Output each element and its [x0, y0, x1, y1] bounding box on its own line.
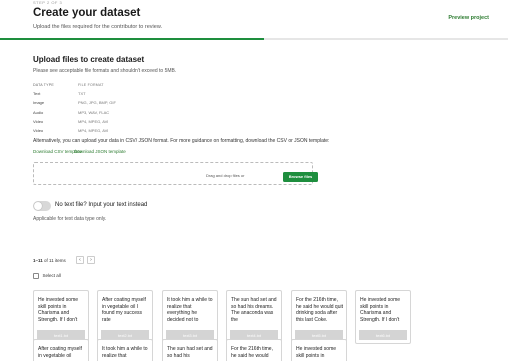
pagination-total: of 11 items	[44, 258, 66, 263]
select-all-label: Select all	[42, 273, 61, 279]
text-input-toggle-label: No text file? Input your text instead	[55, 202, 148, 208]
card-text: The sun had set and so had his	[167, 346, 213, 359]
text-item-card[interactable]: The sun had set and so had his dreams. T…	[226, 290, 282, 344]
browse-files-button[interactable]: Browse files	[283, 171, 318, 182]
progress-bar	[0, 38, 508, 40]
file-format-cell: MP4, MPEG, AVI	[78, 128, 109, 134]
data-type-cell: Video	[33, 128, 44, 134]
upload-section-description: Please see acceptable file formats and s…	[33, 68, 177, 74]
column-header-file-format: FILE FORMAT	[78, 82, 104, 87]
data-type-cell: Video	[33, 118, 44, 124]
text-item-card[interactable]: He invested some skill points in	[291, 339, 347, 361]
pagination-summary: 1–11 of 11 items	[33, 258, 66, 263]
select-all[interactable]: Select all	[33, 273, 61, 279]
text-item-card[interactable]: He invested some skill points in Charism…	[33, 290, 89, 344]
chevron-right-icon[interactable]: ›	[87, 256, 95, 264]
page-title: Create your dataset	[33, 7, 141, 19]
card-text: After coating myself in vegetable oil	[38, 346, 82, 359]
preview-project-link[interactable]: Preview project	[448, 15, 489, 21]
file-format-table: DATA TYPE FILE FORMAT Text TXT Image PNG…	[33, 80, 213, 135]
table-row: Audio MP3, WAV, FLAC	[33, 108, 213, 117]
file-format-cell: TXT	[78, 91, 86, 97]
table-row: Text TXT	[33, 89, 213, 98]
column-header-data-type: DATA TYPE	[33, 82, 54, 87]
alternative-upload-text: Alternatively, you can upload your data …	[33, 138, 330, 144]
table-row: Video MP4, MPEG, AVI	[33, 126, 213, 135]
download-json-template-link[interactable]: Download JSON template	[74, 149, 126, 154]
chevron-left-icon[interactable]: ‹	[76, 256, 84, 264]
card-text: For the 216th time, he said he would	[231, 346, 273, 359]
card-text: After coating myself in vegetable oil I …	[102, 297, 146, 323]
file-format-cell: PNG, JPG, BMP, GIF	[78, 100, 116, 106]
file-dropzone[interactable]: Drag and drop files or Browse files	[33, 162, 318, 185]
file-format-cell: MP3, WAV, FLAC	[78, 109, 110, 115]
dropzone-text: Drag and drop files or	[206, 173, 245, 178]
file-format-table-header: DATA TYPE FILE FORMAT	[33, 80, 213, 89]
text-item-card[interactable]: For the 216th time, he said he would qui…	[291, 290, 347, 344]
text-input-toggle[interactable]	[33, 201, 51, 211]
data-type-cell: Text	[33, 91, 41, 97]
select-all-checkbox[interactable]	[33, 273, 39, 279]
pagination-range: 1–11	[33, 258, 43, 263]
card-text: He invested some skill points in	[296, 346, 337, 359]
progress-bar-fill	[0, 38, 265, 40]
upload-section-title: Upload files to create dataset	[33, 55, 145, 64]
table-row: Image PNG, JPG, BMP, GIF	[33, 98, 213, 107]
data-type-cell: Image	[33, 100, 45, 106]
card-text: The sun had set and so had his dreams. T…	[231, 297, 277, 323]
data-type-cell: Audio	[33, 109, 44, 115]
file-format-cell: MP4, MPEG, AVI	[78, 118, 109, 124]
page-subtitle: Upload the files required for the contri…	[33, 24, 163, 30]
text-item-card[interactable]: After coating myself in vegetable oil I …	[97, 290, 153, 344]
text-item-card[interactable]: It took him a while to realize that ever…	[162, 290, 218, 344]
text-item-card[interactable]: After coating myself in vegetable oil	[33, 339, 89, 361]
step-indicator: STEP 2 OF 3	[33, 0, 63, 5]
text-item-card[interactable]: For the 216th time, he said he would	[226, 339, 282, 361]
card-text: It took him a while to realize that	[102, 346, 148, 359]
card-text: He invested some skill points in Charism…	[360, 297, 401, 323]
card-text: He invested some skill points in Charism…	[38, 297, 79, 323]
toggle-knob	[34, 202, 42, 210]
card-text: It took him a while to realize that ever…	[167, 297, 213, 323]
text-item-card[interactable]: He invested some skill points in Charism…	[355, 290, 411, 344]
table-row: Video MP4, MPEG, AVI	[33, 117, 213, 126]
card-text: For the 216th time, he said he would qui…	[296, 297, 343, 323]
text-item-card[interactable]: It took him a while to realize that	[97, 339, 153, 361]
text-input-help-text: Applicable for text data type only.	[33, 216, 107, 222]
page-header: STEP 2 OF 3 Create your dataset Upload t…	[0, 0, 508, 40]
text-item-card[interactable]: The sun had set and so had his	[162, 339, 218, 361]
card-filename: text6.txt	[359, 330, 407, 340]
